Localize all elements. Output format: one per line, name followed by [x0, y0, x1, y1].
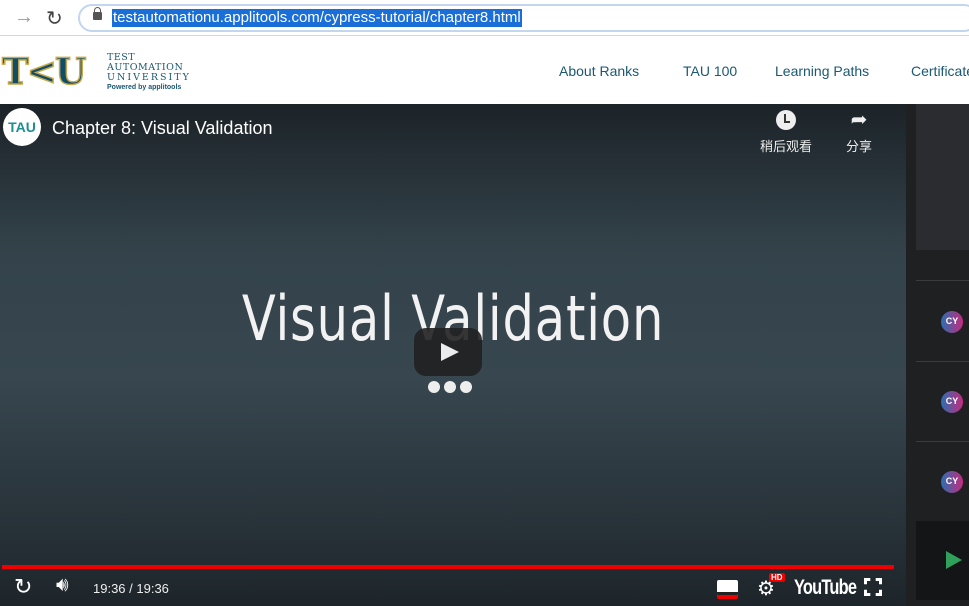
- logo-text: TEST AUTOMATION UNIVERSITY Powered by ap…: [107, 53, 191, 93]
- nav-tau-100[interactable]: TAU 100: [683, 63, 737, 79]
- video-title[interactable]: Chapter 8: Visual Validation: [52, 118, 272, 139]
- lesson-item-active[interactable]: [916, 521, 969, 600]
- tau-logo[interactable]: T<U: [1, 50, 87, 94]
- reload-icon[interactable]: ↻: [46, 6, 63, 31]
- nav-about-ranks[interactable]: About Ranks: [559, 63, 639, 79]
- cypress-badge-icon: CY: [941, 311, 963, 333]
- hd-badge: HD: [769, 573, 785, 582]
- sidebar-panel: [916, 104, 969, 250]
- replay-icon[interactable]: ↻: [14, 574, 32, 600]
- lock-icon: [93, 7, 102, 20]
- volume-icon[interactable]: 🔊︎: [56, 574, 69, 597]
- browser-toolbar: → ↻ testautomationu.applitools.com/cypre…: [0, 0, 969, 36]
- play-button[interactable]: [414, 328, 482, 376]
- fullscreen-icon[interactable]: [864, 578, 882, 596]
- lesson-item[interactable]: CY: [916, 441, 969, 521]
- loading-dots: [428, 380, 476, 398]
- share-button[interactable]: ➦ 分享: [846, 110, 872, 155]
- lesson-sidebar: CY CY CY: [906, 104, 969, 606]
- forward-icon[interactable]: →: [14, 6, 34, 29]
- nav-certificates[interactable]: Certificates: [911, 63, 969, 79]
- progress-bar[interactable]: [2, 565, 894, 569]
- share-icon: ➦: [850, 109, 868, 131]
- share-label: 分享: [846, 139, 873, 154]
- subtitles-icon[interactable]: [717, 580, 738, 595]
- site-header: T<U TEST AUTOMATION UNIVERSITY Powered b…: [0, 37, 969, 104]
- video-player[interactable]: TAU Chapter 8: Visual Validation 稍后观看 ➦ …: [0, 104, 906, 606]
- url-text[interactable]: testautomationu.applitools.com/cypress-t…: [112, 9, 522, 27]
- nav-learning-paths[interactable]: Learning Paths: [775, 63, 869, 79]
- clock-icon: [776, 110, 796, 130]
- address-bar[interactable]: testautomationu.applitools.com/cypress-t…: [78, 4, 969, 32]
- watch-later-label: 稍后观看: [760, 139, 813, 154]
- play-icon: [946, 551, 962, 569]
- cypress-badge-icon: CY: [941, 391, 963, 413]
- lesson-item[interactable]: CY: [916, 280, 969, 361]
- time-display: 19:36 / 19:36: [93, 581, 169, 596]
- youtube-logo[interactable]: YouTube: [794, 576, 857, 600]
- cypress-badge-icon: CY: [941, 471, 963, 493]
- channel-avatar[interactable]: TAU: [3, 108, 41, 146]
- lesson-item[interactable]: CY: [916, 361, 969, 441]
- logo-powered: Powered by applitools: [107, 84, 182, 91]
- watch-later-button[interactable]: 稍后观看: [760, 110, 812, 155]
- logo-line: UNIVERSITY: [107, 72, 191, 83]
